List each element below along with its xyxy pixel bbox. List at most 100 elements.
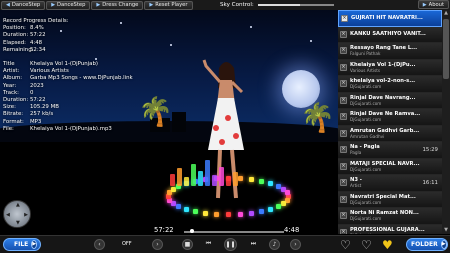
remove-item-icon[interactable]: × — [340, 212, 347, 220]
playlist-item-subtitle: DjGujarati.com — [350, 233, 438, 234]
folder-label: FOLDER — [411, 241, 438, 248]
house-silhouette — [172, 112, 186, 132]
remove-item-icon[interactable]: × — [340, 113, 347, 121]
playlist-item-duration: 15:29 — [422, 146, 438, 153]
sky-control-fill — [257, 4, 300, 6]
remove-item-icon[interactable]: × — [340, 80, 347, 88]
reset-player-button[interactable]: ▶ Reset Player — [144, 0, 193, 10]
bottom-controls: FILE ▶ ‹ OFF › ■ ⏮ ❚❚ ⏭ ♪ › ♡ ♡ ♥ FOLDER… — [0, 235, 450, 253]
playlist-item[interactable]: × Na - Pagla Pagla 15:29 — [338, 142, 442, 159]
playlist-item[interactable]: × KANKU SAATHIYO VANIT... — [338, 26, 442, 43]
file-key: File: — [3, 125, 14, 132]
spectrum-dot — [275, 183, 281, 189]
playlist-item[interactable]: × Rinjal Dave Ne Ramva... DjGujarati.com — [338, 109, 442, 126]
shuffle-icon[interactable]: › — [152, 239, 163, 250]
remove-item-icon[interactable]: × — [340, 146, 347, 154]
remove-item-icon[interactable]: × — [340, 195, 347, 203]
spectrum-bar — [219, 167, 224, 186]
camera-joystick[interactable]: ▲ ▼ ◀ ▶ — [3, 200, 31, 228]
playlist-item[interactable]: × Rinjal Dave Navrang... DjGujarati.com — [338, 92, 442, 109]
playlist-scrollbar[interactable]: ▲ ▼ — [442, 10, 450, 234]
heart-favorite-icon[interactable]: ♥ — [382, 239, 393, 251]
volume-icon[interactable]: ♪ — [269, 239, 280, 250]
playlist-item-subtitle: Amrutan Gadhvi — [350, 133, 385, 139]
arrow-left-icon: ◀ — [6, 2, 10, 8]
pause-icon[interactable]: ❚❚ — [224, 238, 237, 251]
reset-player-label: Reset Player — [155, 2, 188, 8]
spectrum-bar — [184, 177, 189, 186]
remove-item-icon[interactable]: × — [340, 96, 347, 104]
track-value: 0 — [30, 89, 34, 96]
spectrum-bar — [212, 175, 217, 186]
previous-track-icon[interactable]: ⏮ — [203, 239, 214, 250]
stop-icon[interactable]: ■ — [182, 239, 193, 250]
playlist-item[interactable]: × MATAJI SPECIAL NAVR... DjGujarati.com — [338, 158, 442, 175]
playlist-item-text: KANKU SAATHIYO VANIT... — [347, 31, 438, 37]
next-track-icon[interactable]: ⏭ — [248, 239, 259, 250]
file-value: Khelaiya Vol 1-(DjPunjab).mp3 — [30, 125, 112, 132]
playlist-item-subtitle: DjGujarati.com — [350, 199, 382, 205]
playlist-item[interactable]: × Khelaiya Vol 1-(DjPu... Various Artists — [338, 59, 442, 76]
remove-item-icon[interactable]: × — [341, 14, 348, 22]
dress-change-button[interactable]: ▶ Dress Change — [91, 0, 144, 10]
spectrum-bar — [170, 174, 175, 186]
spectrum-dot — [268, 181, 274, 187]
remove-item-icon[interactable]: × — [340, 179, 347, 187]
track-key: Track: — [3, 89, 19, 96]
playlist-item[interactable]: ×PROFESSIONAL GUJARA...DjGujarati.com — [338, 224, 442, 234]
scroll-down-icon[interactable]: ▼ — [442, 227, 450, 234]
remove-item-icon[interactable]: × — [340, 228, 347, 234]
spectrum-bar — [191, 164, 196, 186]
dancestep-next-label: DanceStep — [57, 2, 86, 8]
folder-button[interactable]: FOLDER ▶ — [406, 238, 448, 251]
next-small-icon[interactable]: › — [290, 239, 301, 250]
format-value: MP3 — [30, 118, 42, 125]
remaining-value: 52:34 — [30, 46, 46, 53]
playlist-item[interactable]: × Amrutan Gadhvi Garb... Amrutan Gadhvi — [338, 125, 442, 142]
dancestep-next-button[interactable]: ▶ DanceStep — [46, 0, 91, 10]
dancestep-prev-button[interactable]: ◀ DanceStep — [1, 0, 46, 10]
spectrum-dot — [203, 210, 209, 216]
bitrate-value: 257 kb/s — [30, 111, 54, 118]
remove-item-icon[interactable]: × — [340, 47, 347, 55]
heart-outline-icon[interactable]: ♡ — [340, 239, 351, 251]
spectrum-bar — [177, 168, 182, 186]
spectrum-dot — [226, 212, 231, 217]
remaining-key: Remaining: — [3, 46, 34, 53]
about-label: About — [428, 1, 444, 8]
scroll-up-icon[interactable]: ▲ — [442, 10, 450, 17]
playlist-item-subtitle: Falguni Pathak — [350, 51, 381, 57]
playlist-item-text: Na - Pagla Pagla — [347, 144, 422, 155]
playlist-item-title: KANKU SAATHIYO VANIT... — [350, 31, 426, 38]
sky-control: Sky Control: — [220, 0, 334, 10]
arrow-up-icon: ▲ — [16, 202, 20, 208]
playlist-item-text: Ressayo Rang Tane L... Falguni Pathak — [347, 45, 438, 56]
arrow-down-icon: ▼ — [16, 220, 20, 226]
playlist-item-subtitle: DjGujarati.com — [350, 100, 382, 106]
file-label: FILE — [14, 241, 29, 248]
elapsed-value: 4:48 — [30, 39, 43, 46]
year-value: 2023 — [30, 82, 44, 89]
playlist-item[interactable]: × khelaiya vol-2-non-s... DjGujarati.com — [338, 76, 442, 93]
playlist-item[interactable]: × N3 - Artist 16:11 — [338, 175, 442, 192]
playlist-item[interactable]: × Norta Ni Ramzat NON... DjGujarati.com — [338, 208, 442, 225]
scrollbar-thumb[interactable] — [443, 19, 449, 79]
playlist: × GUJRATI HIT NAVRATRI... × KANKU SAATHIYO … — [338, 10, 442, 234]
arrow-right-icon: ▶ — [51, 2, 56, 8]
prev-small-icon[interactable]: ‹ — [94, 239, 105, 250]
about-button[interactable]: ▶ About — [417, 0, 449, 9]
remove-item-icon[interactable]: × — [340, 63, 347, 71]
spectrum-dot — [284, 190, 290, 196]
sky-control-slider[interactable] — [257, 4, 334, 6]
playlist-item-text: Norta Ni Ramzat NON... DjGujarati.com — [347, 210, 438, 221]
playlist-item-text: MATAJI SPECIAL NAVR... DjGujarati.com — [347, 161, 438, 172]
playlist-item[interactable]: × Ressayo Rang Tane L... Falguni Pathak — [338, 43, 442, 60]
seek-track[interactable] — [184, 231, 284, 233]
remove-item-icon[interactable]: × — [340, 30, 347, 38]
remove-item-icon[interactable]: × — [340, 162, 347, 170]
remove-item-icon[interactable]: × — [340, 129, 347, 137]
file-button[interactable]: FILE ▶ — [3, 238, 41, 251]
heart-outline-icon[interactable]: ♡ — [361, 239, 372, 251]
playlist-item[interactable]: × Navratri Special Mat... DjGujarati.com — [338, 191, 442, 208]
playlist-item[interactable]: × GUJRATI HIT NAVRATRI... — [338, 10, 442, 27]
